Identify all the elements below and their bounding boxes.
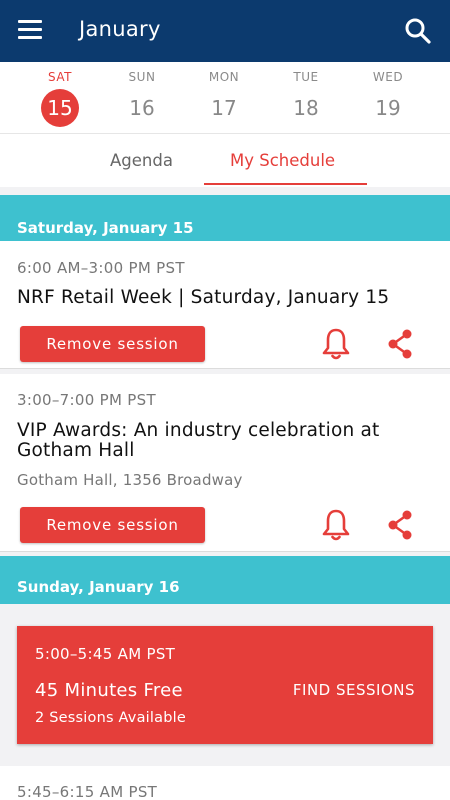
day-number: 19 (375, 96, 401, 120)
bell-icon[interactable] (321, 508, 351, 542)
session-card[interactable]: 6:00 AM–3:00 PM PST NRF Retail Week | Sa… (0, 241, 450, 369)
remove-session-button[interactable]: Remove session (20, 326, 205, 362)
day-mon-17[interactable]: MON 17 (184, 62, 264, 134)
free-slot-time: 5:00–5:45 AM PST (35, 645, 176, 663)
free-slot-title: 45 Minutes Free (35, 680, 183, 701)
free-slot-subtitle: 2 Sessions Available (35, 710, 186, 726)
day-name: SUN (128, 70, 156, 84)
remove-session-button[interactable]: Remove session (20, 507, 205, 543)
share-icon[interactable] (385, 327, 415, 361)
day-sat-15[interactable]: SAT 15 (20, 62, 100, 134)
free-time-card[interactable]: 5:00–5:45 AM PST 45 Minutes Free 2 Sessi… (17, 626, 433, 744)
bell-icon[interactable] (321, 327, 351, 361)
day-number: 15 (41, 89, 79, 127)
tab-bar: Agenda My Schedule (0, 134, 450, 187)
find-sessions-button[interactable]: FIND SESSIONS (293, 681, 415, 699)
day-name: TUE (293, 70, 319, 84)
hamburger-menu-icon[interactable] (18, 20, 42, 40)
day-wed-19[interactable]: WED 19 (348, 62, 428, 134)
day-selector: SAT 15 SUN 16 MON 17 TUE 18 WED 19 (0, 62, 450, 134)
day-name: MON (208, 70, 240, 84)
section-header-label: Sunday, January 16 (17, 578, 180, 596)
day-number: 18 (293, 96, 319, 120)
tab-agenda[interactable]: Agenda (110, 151, 173, 170)
day-tue-18[interactable]: TUE 18 (266, 62, 346, 134)
session-title: NRF Retail Week | Saturday, January 15 (17, 287, 390, 308)
session-time: 5:45–6:15 AM PST (17, 783, 158, 800)
page-title: January (79, 17, 161, 41)
day-number: 17 (211, 96, 237, 120)
search-icon[interactable] (404, 17, 432, 45)
active-tab-indicator (204, 183, 367, 185)
session-time: 6:00 AM–3:00 PM PST (17, 259, 185, 277)
session-title: VIP Awards: An industry celebration at G… (17, 420, 380, 461)
day-sun-16[interactable]: SUN 16 (102, 62, 182, 134)
session-time: 3:00–7:00 PM PST (17, 391, 156, 409)
day-name: WED (372, 70, 404, 84)
day-number: 16 (129, 96, 155, 120)
tab-my-schedule[interactable]: My Schedule (230, 151, 335, 170)
app-bar: January (0, 0, 450, 62)
section-header-sunday: Sunday, January 16 (0, 556, 450, 604)
day-name: SAT (48, 70, 72, 84)
section-header-label: Saturday, January 15 (17, 219, 194, 237)
session-location: Gotham Hall, 1356 Broadway (17, 471, 243, 489)
session-card[interactable]: 5:45–6:15 AM PST (0, 766, 450, 800)
section-header-saturday: Saturday, January 15 (0, 195, 450, 245)
session-card[interactable]: 3:00–7:00 PM PST VIP Awards: An industry… (0, 374, 450, 552)
share-icon[interactable] (385, 508, 415, 542)
